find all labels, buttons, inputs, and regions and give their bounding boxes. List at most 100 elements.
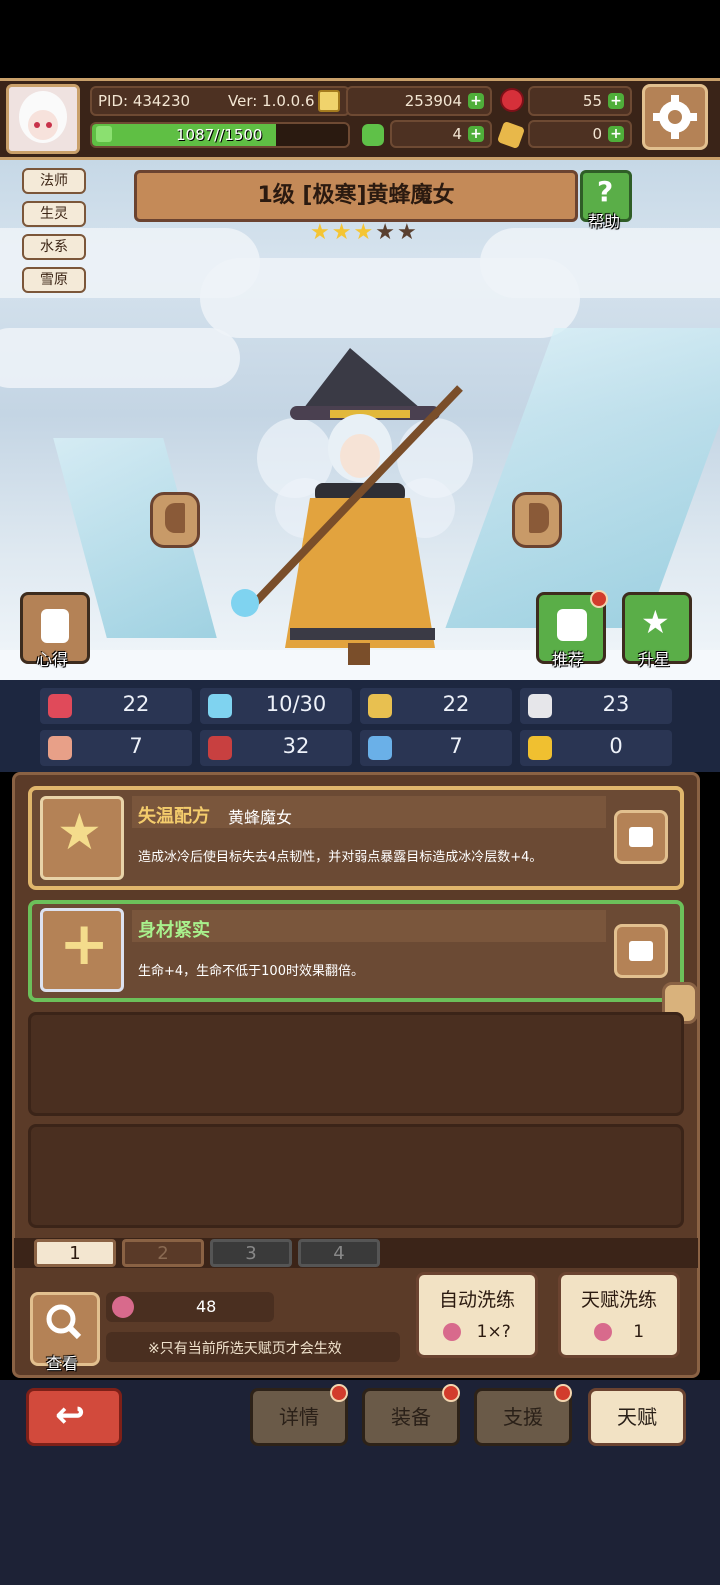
stat-shield: 22 xyxy=(360,688,512,724)
stat-horseshoe: 0 xyxy=(520,730,672,766)
gem-icon xyxy=(500,88,524,112)
talent-icon-frame: ★ xyxy=(40,796,124,880)
prev-character-button[interactable] xyxy=(150,492,200,548)
star-filled-icon: ★ xyxy=(353,220,374,245)
mana-drop-icon xyxy=(208,694,232,718)
page-tab-3[interactable]: 3 xyxy=(210,1239,292,1267)
character-title: 1级 [极寒]黄蜂魔女 xyxy=(134,170,578,222)
magnifier-icon xyxy=(46,1304,82,1340)
version-label: Ver: 1.0.0.6 xyxy=(228,92,315,110)
chevron-left-icon xyxy=(165,503,185,533)
dice-counter: 0 + xyxy=(528,120,632,148)
potion-value: 48 xyxy=(196,1297,217,1316)
gem-counter: 55 + xyxy=(528,86,632,116)
unlock-icon xyxy=(629,941,653,961)
stat-value: 23 xyxy=(602,692,630,716)
page-tab-2[interactable]: 2 xyxy=(122,1239,204,1267)
question-icon: ? xyxy=(597,175,614,208)
return-arrow-icon: ↩ xyxy=(55,1395,86,1436)
help-label: 帮助 xyxy=(588,212,621,231)
gold-icon xyxy=(318,90,340,112)
stat-mana-drop: 10/30 xyxy=(200,688,352,724)
potion-icon xyxy=(593,1323,612,1341)
stat-boot: 7 xyxy=(360,730,512,766)
tag-region[interactable]: 雪原 xyxy=(22,267,86,293)
add-clover-button[interactable]: + xyxy=(468,126,484,142)
potion-icon xyxy=(112,1296,134,1318)
stat-fist: 7 xyxy=(40,730,192,766)
talent-owner: 黄蜂魔女 xyxy=(228,808,293,827)
settings-button[interactable] xyxy=(642,84,708,150)
talent-name: 失温配方 xyxy=(138,806,210,827)
potion-icon xyxy=(443,1323,462,1341)
nav-talent[interactable]: 天赋 xyxy=(588,1388,686,1446)
tag-element[interactable]: 水系 xyxy=(22,234,86,260)
player-avatar[interactable] xyxy=(6,84,80,154)
stat-value: 7 xyxy=(449,734,463,758)
shield-icon xyxy=(368,694,392,718)
empty-talent-slot xyxy=(28,1012,684,1116)
stat-value: 10/30 xyxy=(265,692,327,716)
add-gem-button[interactable]: + xyxy=(608,93,624,109)
chevron-right-icon xyxy=(529,503,549,533)
talent-refine-cost: 1 xyxy=(633,1322,645,1342)
talent-description: 造成冰冷后使目标失去4点韧性，并对弱点暴露目标造成冰冷层数+4。 xyxy=(138,850,543,865)
notification-dot xyxy=(590,590,608,608)
stat-value: 7 xyxy=(129,734,143,758)
gem-value: 55 xyxy=(582,92,602,110)
stat-value: 0 xyxy=(609,734,623,758)
empty-talent-slot xyxy=(28,1124,684,1228)
talent-refine-label: 天赋洗练 xyxy=(580,1289,657,1311)
scroll-icon xyxy=(41,609,69,643)
talent-card[interactable]: + 身材紧实 生命+4，生命不低于100时效果翻倍。 xyxy=(28,900,684,1002)
tag-race[interactable]: 生灵 xyxy=(22,201,86,227)
wing-icon xyxy=(528,694,552,718)
lock-button[interactable] xyxy=(614,924,668,978)
notification-dot xyxy=(442,1384,460,1402)
dice-value: 0 xyxy=(592,125,602,143)
view-label: 查看 xyxy=(46,1354,79,1373)
tag-class[interactable]: 法师 xyxy=(22,168,86,194)
gear-icon xyxy=(653,95,697,139)
talent-icon-frame: + xyxy=(40,908,124,992)
fist-icon xyxy=(48,736,72,760)
talent-card[interactable]: ★ 失温配方 黄蜂魔女 造成冰冷后使目标失去4点韧性，并对弱点暴露目标造成冰冷层… xyxy=(28,786,684,890)
auto-refine-button[interactable]: 自动洗练 1×? xyxy=(416,1272,538,1358)
star-badge-icon: ★ xyxy=(57,803,102,861)
auto-refine-cost: 1×? xyxy=(476,1322,511,1342)
page-tab-4[interactable]: 4 xyxy=(298,1239,380,1267)
stat-heart: 22 xyxy=(40,688,192,724)
clover-counter: 4 + xyxy=(390,120,492,148)
cross-icon: + xyxy=(59,909,110,979)
lock-button[interactable] xyxy=(614,810,668,864)
horseshoe-icon xyxy=(528,736,552,760)
auto-refine-label: 自动洗练 xyxy=(438,1289,515,1311)
star-empty-icon: ★ xyxy=(396,220,417,245)
add-dice-button[interactable]: + xyxy=(608,126,624,142)
talent-refine-button[interactable]: 天赋洗练 1 xyxy=(558,1272,680,1358)
info-panel: PID: 434230 Ver: 1.0.0.6 xyxy=(90,86,350,116)
star-empty-icon: ★ xyxy=(375,220,395,245)
add-gold-button[interactable]: + xyxy=(468,93,484,109)
page-tab-1[interactable]: 1 xyxy=(34,1239,116,1267)
clover-value: 4 xyxy=(452,125,462,143)
notice-box: ※只有当前所选天赋页才会生效 xyxy=(106,1332,400,1362)
star-filled-icon: ★ xyxy=(310,220,330,245)
thumbs-up-icon xyxy=(557,609,587,641)
star-up-label: 升星 xyxy=(638,650,671,669)
notice-text: ※只有当前所选天赋页才会生效 xyxy=(148,1341,342,1357)
notification-dot xyxy=(330,1384,348,1402)
stat-book: 32 xyxy=(200,730,352,766)
star-rating: ★ ★ ★ ★ ★ xyxy=(310,220,417,245)
next-character-button[interactable] xyxy=(512,492,562,548)
back-button[interactable]: ↩ xyxy=(26,1388,122,1446)
gold-value: 253904 xyxy=(404,92,462,110)
unlock-icon xyxy=(629,827,653,847)
stat-wing: 23 xyxy=(520,688,672,724)
talent-description: 生命+4，生命不低于100时效果翻倍。 xyxy=(138,964,364,979)
player-id: PID: 434230 xyxy=(98,92,191,110)
exp-bar: 1087//1500 xyxy=(90,122,350,148)
talent-name: 身材紧实 xyxy=(138,920,210,941)
notification-dot xyxy=(554,1384,572,1402)
stat-value: 32 xyxy=(282,734,310,758)
